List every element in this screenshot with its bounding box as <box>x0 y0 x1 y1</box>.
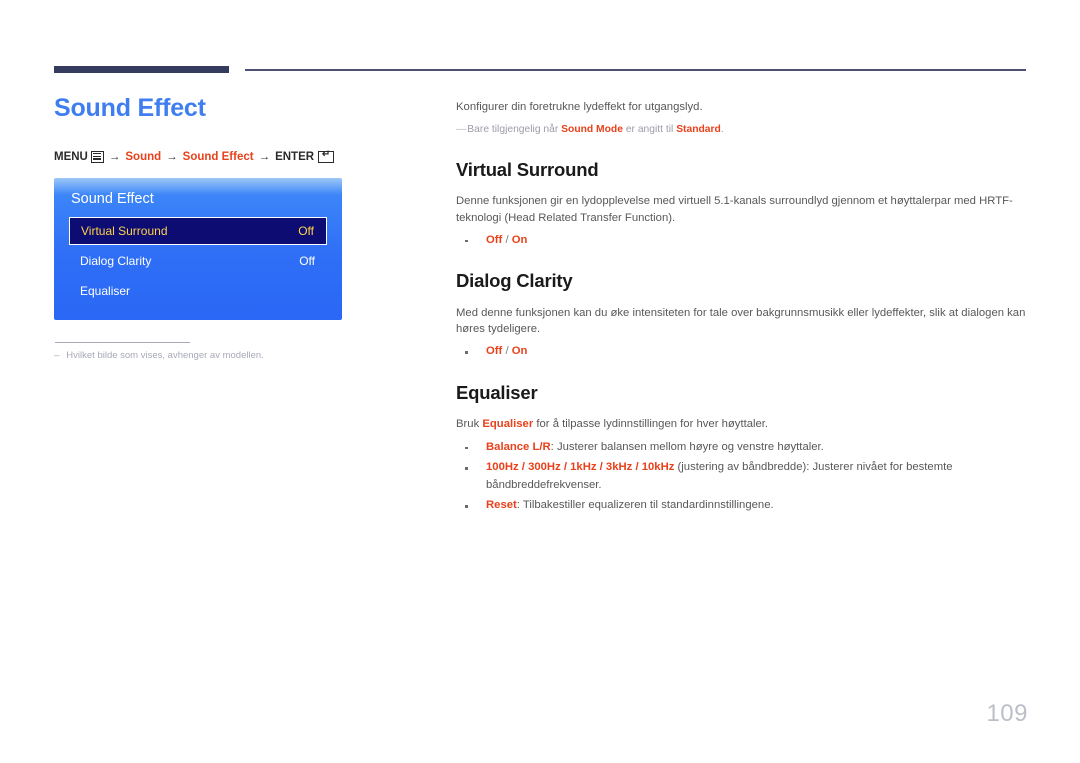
osd-row-value: Off <box>298 223 314 238</box>
section-body-equaliser: Bruk Equaliser for å tilpasse lydinnstil… <box>456 416 1028 432</box>
menu-path-arrow-2: → <box>166 150 178 163</box>
menu-path-step-sound-effect: Sound Effect <box>182 150 254 163</box>
footnote: ‒ Hvilket bilde som vises, avhenger av m… <box>54 350 434 361</box>
header-rule-thin <box>245 69 1026 71</box>
section-body-virtual-surround: Denne funksjonen gir en lydopplevelse me… <box>456 195 1013 224</box>
availability-note: — Bare tilgjengelig når Sound Mode er ang… <box>456 123 1028 137</box>
section-heading-equaliser: Equaliser <box>456 381 538 403</box>
menu-path-step-sound: Sound <box>125 150 162 163</box>
enter-arrow-icon: ↵ <box>318 150 335 163</box>
note-dash: — <box>456 124 466 136</box>
note-bold-standard: Standard <box>676 124 721 136</box>
list-item: Off / On <box>456 343 1028 361</box>
menu-path-breadcrumb: MENU → Sound → Sound Effect → ENTER ↵ <box>54 150 434 163</box>
header-rule-thick <box>54 66 229 73</box>
osd-row-label: Dialog Clarity <box>80 254 152 268</box>
option-on: On <box>511 233 528 246</box>
osd-menu-screenshot: Sound Effect Virtual Surround Off Dialog… <box>54 177 342 320</box>
section-options-virtual-surround: Off / On <box>456 232 1028 250</box>
equaliser-bullet-text: : Tilbakestiller equalizeren til standar… <box>516 499 774 512</box>
section-options-dialog-clarity: Off / On <box>456 343 1028 361</box>
page-title: Sound Effect <box>54 94 206 122</box>
menu-lines-icon <box>90 150 104 163</box>
right-column: Konfigurer din foretrukne lydeffekt for … <box>456 99 1028 537</box>
option-separator: / <box>502 233 512 246</box>
list-item: Off / On <box>456 232 1028 250</box>
note-part-1: Bare tilgjengelig når <box>467 124 562 136</box>
equaliser-bullet-bold: Reset <box>486 499 517 512</box>
equaliser-bullet-text: : Justerer balansen mellom høyre og vens… <box>550 440 824 453</box>
menu-path-enter-label: ENTER <box>275 150 315 163</box>
section-options-equaliser: Balance L/R: Justerer balansen mellom hø… <box>456 439 1028 515</box>
footnote-text: Hvilket bilde som vises, avhenger av mod… <box>66 349 264 361</box>
option-separator: / <box>502 345 512 358</box>
equaliser-lead-post: for å tilpasse lydinnstillingen for hver… <box>533 418 769 431</box>
equaliser-lead-pre: Bruk <box>456 418 483 431</box>
option-off: Off <box>486 233 503 246</box>
section-heading-virtual-surround: Virtual Surround <box>456 158 599 180</box>
left-column: Sound Effect MENU → Sound → Sound Effect… <box>54 94 434 361</box>
footnote-dash: ‒ <box>54 349 60 361</box>
page-number: 109 <box>986 700 1028 727</box>
equaliser-bullet-bold: Balance L/R <box>486 440 551 453</box>
note-bold-sound-mode: Sound Mode <box>561 124 623 136</box>
list-item: 100Hz / 300Hz / 1kHz / 3kHz / 10kHz (jus… <box>456 459 1028 494</box>
osd-row-virtual-surround[interactable]: Virtual Surround Off <box>69 216 327 245</box>
note-part-3: . <box>720 124 724 136</box>
osd-row-equaliser[interactable]: Equaliser <box>69 278 327 305</box>
intro-paragraph: Konfigurer din foretrukne lydeffekt for … <box>456 101 703 113</box>
section-heading-dialog-clarity: Dialog Clarity <box>456 270 573 292</box>
section-body-dialog-clarity: Med denne funksjonen kan du øke intensit… <box>456 306 1026 336</box>
menu-path-menu-label: MENU <box>54 150 88 163</box>
list-item: Reset: Tilbakestiller equalizeren til st… <box>456 497 1028 515</box>
option-on: On <box>511 345 528 358</box>
osd-row-label: Virtual Surround <box>81 223 168 238</box>
menu-path-arrow-3: → <box>258 150 271 163</box>
equaliser-lead-bold: Equaliser <box>482 418 534 431</box>
list-item: Balance L/R: Justerer balansen mellom hø… <box>456 439 1028 457</box>
footnote-divider <box>55 341 190 343</box>
equaliser-bullet-bold: 100Hz / 300Hz / 1kHz / 3kHz / 10kHz <box>486 461 675 474</box>
option-off: Off <box>486 345 503 358</box>
osd-title: Sound Effect <box>71 190 154 207</box>
note-part-2: er angitt til <box>622 124 677 136</box>
menu-path-arrow-1: → <box>108 150 121 163</box>
osd-row-label: Equaliser <box>80 284 131 298</box>
osd-row-dialog-clarity[interactable]: Dialog Clarity Off <box>69 248 327 275</box>
osd-row-value: Off <box>299 254 315 268</box>
